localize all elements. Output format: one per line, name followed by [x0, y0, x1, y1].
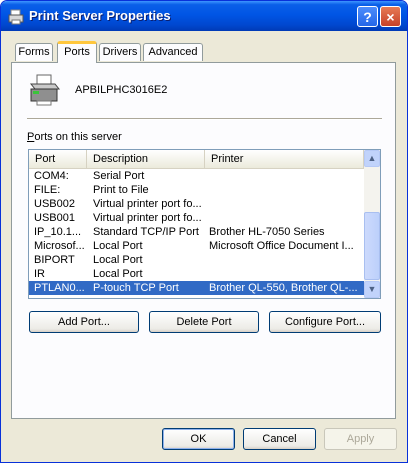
- cell-description: Local Port: [93, 254, 143, 266]
- tab-forms[interactable]: Forms: [15, 43, 53, 61]
- table-row[interactable]: IP_10.1... Standard TCP/IP Port Brother HL…: [29, 225, 364, 239]
- print-server-properties-window: Print Server Properties ? × Forms Ports …: [0, 0, 408, 463]
- cell-description: Serial Port: [93, 170, 145, 182]
- cell-printer: Brother QL-550, Brother QL-...: [209, 282, 358, 294]
- ports-list[interactable]: Port Description Printer COM4: Serial Por…: [28, 149, 381, 299]
- table-row[interactable]: USB001 Virtual printer port fo...: [29, 211, 364, 225]
- table-row[interactable]: COM4: Serial Port: [29, 169, 364, 183]
- tab-advanced[interactable]: Advanced: [143, 43, 203, 61]
- cell-description: Local Port: [93, 268, 143, 280]
- ok-button[interactable]: OK: [162, 428, 235, 450]
- tab-ports[interactable]: Ports: [57, 41, 97, 63]
- printer-icon: [8, 9, 24, 25]
- table-row[interactable]: IR Local Port: [29, 267, 364, 281]
- ports-list-header: Port Description Printer: [29, 150, 364, 169]
- cell-port: USB002: [34, 198, 75, 210]
- tab-drivers[interactable]: Drivers: [99, 43, 141, 61]
- server-name: APBILPHC3016E2: [75, 84, 168, 96]
- apply-button[interactable]: Apply: [324, 428, 397, 450]
- scroll-thumb[interactable]: [364, 212, 380, 280]
- cell-description: Local Port: [93, 240, 143, 252]
- close-button[interactable]: ×: [380, 6, 401, 27]
- column-header-port[interactable]: Port: [29, 150, 87, 168]
- separator: [27, 118, 382, 120]
- window-title: Print Server Properties: [29, 8, 171, 23]
- add-port-button[interactable]: Add Port...: [29, 311, 139, 333]
- cell-port: Microsof...: [34, 240, 85, 252]
- delete-port-button[interactable]: Delete Port: [149, 311, 259, 333]
- table-row[interactable]: BIPORT Local Port: [29, 253, 364, 267]
- cell-port: USB001: [34, 212, 75, 224]
- table-row[interactable]: USB002 Virtual printer port fo...: [29, 197, 364, 211]
- cancel-button[interactable]: Cancel: [243, 428, 316, 450]
- ports-list-scrollbar[interactable]: ▲ ▼: [364, 150, 380, 298]
- cell-port: BIPORT: [34, 254, 75, 266]
- cell-description: Print to File: [93, 184, 149, 196]
- ports-label-text: orts on this server: [34, 131, 122, 143]
- cell-description: Virtual printer port fo...: [93, 198, 202, 210]
- cell-port: IR: [34, 268, 45, 280]
- ports-list-rows: COM4: Serial Port FILE: Print to File USB002…: [29, 169, 364, 295]
- cell-port: FILE:: [34, 184, 61, 196]
- scroll-down-icon[interactable]: ▼: [364, 281, 380, 298]
- cell-port: COM4:: [34, 170, 69, 182]
- print-server-icon: [29, 74, 61, 106]
- cell-description: Standard TCP/IP Port: [93, 226, 199, 238]
- cell-description: P-touch TCP Port: [93, 282, 179, 294]
- cell-port: IP_10.1...: [34, 226, 82, 238]
- column-header-printer[interactable]: Printer: [205, 150, 364, 168]
- cell-printer: Microsoft Office Document I...: [209, 240, 354, 252]
- table-row[interactable]: Microsof... Local Port Microsoft Office Do…: [29, 239, 364, 253]
- ports-on-server-label: Ports on this server: [27, 131, 122, 143]
- table-row[interactable]: PTLAN0... P-touch TCP Port Brother QL-550,…: [29, 281, 364, 295]
- cell-printer: Brother HL-7050 Series: [209, 226, 325, 238]
- cell-description: Virtual printer port fo...: [93, 212, 202, 224]
- configure-port-button[interactable]: Configure Port...: [269, 311, 381, 333]
- cell-port: PTLAN0...: [34, 282, 85, 294]
- column-header-description[interactable]: Description: [87, 150, 205, 168]
- help-button[interactable]: ?: [357, 6, 378, 27]
- title-bar[interactable]: Print Server Properties ? ×: [1, 1, 407, 31]
- scroll-up-icon[interactable]: ▲: [364, 150, 380, 167]
- table-row[interactable]: FILE: Print to File: [29, 183, 364, 197]
